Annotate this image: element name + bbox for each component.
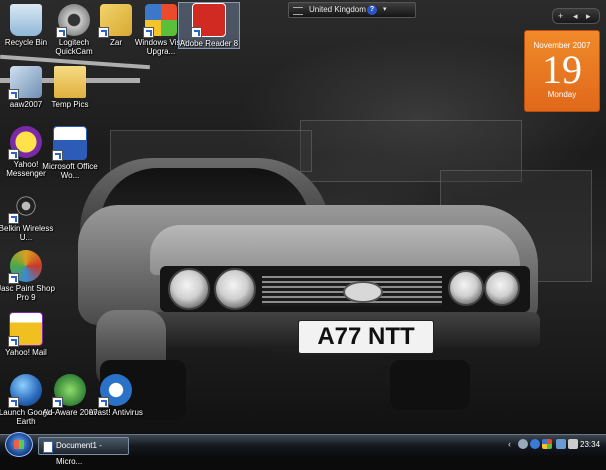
folder-icon [54,66,86,98]
car-headlight [484,270,520,306]
number-plate: A77 NTT [298,320,434,354]
grip-icon[interactable] [293,7,303,15]
volume-icon[interactable] [568,439,578,449]
windows-logo-icon [143,4,177,38]
calendar-weekday: Monday [547,90,577,99]
language-bar[interactable]: United Kingdom ? ▾ [288,2,416,18]
icon-label: Temp Pics [51,100,89,109]
zar-icon [98,4,132,38]
word-icon [52,126,87,161]
start-button[interactable] [5,432,33,457]
car-headlight [448,270,484,306]
icon-label: avast! Antivirus [89,408,143,417]
icon-label: Adobe Reader 8 [179,39,239,48]
desktop-icon-microsoft-office-word[interactable]: Microsoft Office Wo... [40,126,100,180]
taskbar-window-button[interactable]: Document1 - Micro... [38,437,129,466]
document-icon [43,441,53,453]
desktop-icon-avast-antivirus[interactable]: avast! Antivirus [86,374,146,417]
language-label[interactable]: United Kingdom [309,3,366,17]
icon-label: Belkin Wireless U... [0,224,54,242]
car-headlight [214,268,256,310]
mail-icon [8,312,43,347]
desktop-icon-jasc-paint-shop-pro[interactable]: Jasc Paint Shop Pro 9 [0,250,56,302]
help-icon[interactable]: ? [367,5,377,15]
chevron-down-icon[interactable]: ▾ [383,3,387,17]
icon-label: Microsoft Office Wo... [42,162,98,180]
car-headlight [168,268,210,310]
avast-icon [98,374,132,408]
desktop-icon-belkin-wireless[interactable]: Belkin Wireless U... [0,190,56,242]
add-gadget-button[interactable]: + [558,9,563,23]
clock[interactable]: 23:34 [580,436,600,453]
desktop-icon-temp-pics[interactable]: Temp Pics [40,66,100,109]
desktop-icon-adobe-reader-8[interactable]: Adobe Reader 8 [178,2,240,49]
ad-aware-icon [52,374,86,408]
adobe-reader-icon [191,3,226,38]
prev-gadget-button[interactable]: ◂ [573,9,578,23]
network-icon[interactable] [518,439,528,449]
system-tray: ‹ 23:34 [506,436,604,453]
globe-icon [8,374,42,408]
sidebar-controls: + ◂ ▸ [552,8,600,24]
car-badge [343,281,383,303]
wireless-icon [8,190,42,224]
paint-palette-icon [8,250,42,284]
aaw2007-icon [8,66,42,100]
messenger-icon[interactable] [530,439,540,449]
yahoo-messenger-icon [8,126,42,160]
car-wheel [390,360,470,410]
taskbar-window-label: Document1 - Micro... [56,441,102,466]
icon-label: Yahoo! Mail [5,348,47,357]
calendar-gadget[interactable]: November 2007 19 Monday [524,30,600,112]
desktop-icon-yahoo-mail[interactable]: Yahoo! Mail [0,312,56,357]
icon-label: Jasc Paint Shop Pro 9 [0,284,55,302]
calendar-day: 19 [542,47,582,92]
recycle-bin-icon [10,4,42,36]
next-gadget-button[interactable]: ▸ [586,9,591,23]
chevron-left-icon[interactable]: ‹ [508,439,518,449]
shield-icon[interactable] [542,439,552,449]
network-status-icon[interactable] [556,439,566,449]
